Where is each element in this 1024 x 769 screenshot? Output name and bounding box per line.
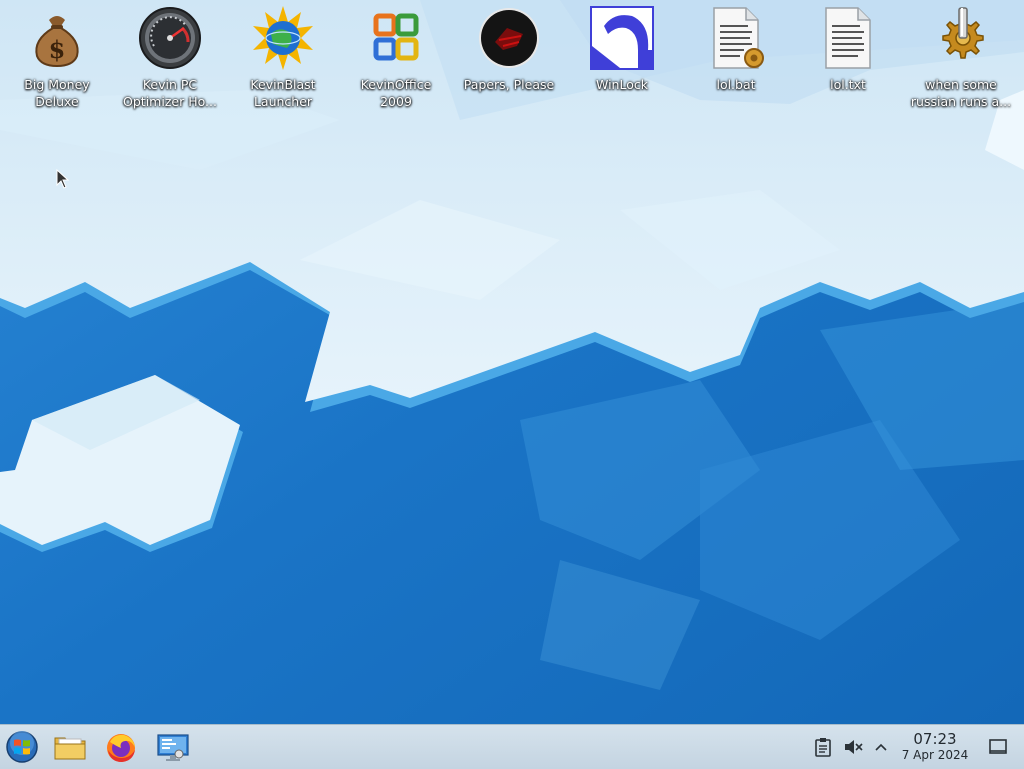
svg-text:$: $ [49, 35, 66, 64]
taskbar: 07:23 7 Apr 2024 [0, 724, 1024, 769]
desktop-icon-kevinoffice-2009[interactable]: KevinOffice 2009 [344, 6, 448, 118]
desktop-icon-kevinblast-launcher[interactable]: KevinBlast Launcher [231, 6, 335, 118]
clock[interactable]: 07:23 7 Apr 2024 [892, 731, 978, 765]
icon-label: Papers, Please [463, 77, 555, 92]
mouse-cursor [56, 169, 69, 189]
batch-file-icon [704, 6, 768, 70]
icon-label: KevinBlast Launcher [250, 77, 316, 109]
speedometer-icon [138, 6, 202, 70]
papers-please-icon [477, 6, 541, 70]
speaker-muted-icon [845, 740, 863, 754]
show-desktop-icon [989, 739, 1007, 754]
desktop-icon-lol-bat[interactable]: lol.bat [684, 6, 788, 118]
money-bag-icon: $ [25, 6, 89, 70]
icon-label: Kevin PC Optimizer Ho... [123, 77, 217, 109]
desktop-icon-when-some-russian[interactable]: when some russian runs a... [909, 6, 1013, 118]
icon-label: lol.txt [830, 77, 866, 92]
desktop-icon-big-money-deluxe[interactable]: $ Big Money Deluxe [5, 6, 109, 118]
clipboard-icon [815, 738, 831, 757]
start-menu-button[interactable] [4, 729, 40, 765]
windows-orb-icon [6, 731, 38, 763]
globe-sun-icon [251, 6, 315, 70]
icon-label: WinLock [596, 77, 648, 92]
gear-icon [929, 6, 993, 70]
text-file-icon [816, 6, 880, 70]
icon-label: when some russian runs a... [910, 77, 1012, 109]
file-manager-button[interactable] [52, 729, 88, 765]
desktop-icon-winlock[interactable]: WinLock [570, 6, 674, 118]
clock-date: 7 Apr 2024 [901, 748, 969, 762]
monitor-settings-icon [157, 734, 189, 761]
show-desktop-button[interactable] [986, 735, 1010, 759]
office-logo-icon [364, 6, 428, 70]
clipboard-button[interactable] [811, 735, 835, 759]
chevron-up-icon [875, 743, 887, 751]
desktop[interactable]: $ Big Money Deluxe Kevin PC Optimizer Ho… [0, 0, 1024, 724]
desktop-icon-papers-please[interactable]: Papers, Please [457, 6, 561, 118]
firefox-button[interactable] [103, 729, 139, 765]
desktop-icon-lol-txt[interactable]: lol.txt [796, 6, 900, 118]
system-settings-button[interactable] [155, 729, 191, 765]
icon-label: KevinOffice 2009 [360, 77, 432, 109]
folder-icon [54, 737, 86, 760]
winlock-icon [590, 6, 654, 70]
desktop-icon-kevin-pc-optimizer[interactable]: Kevin PC Optimizer Ho... [118, 6, 222, 118]
icon-label: Big Money Deluxe [24, 77, 90, 109]
tray-expand-button[interactable] [869, 735, 893, 759]
icon-label: lol.bat [716, 77, 756, 92]
clock-time: 07:23 [913, 730, 957, 748]
volume-button[interactable] [841, 735, 865, 759]
firefox-icon [107, 734, 135, 762]
